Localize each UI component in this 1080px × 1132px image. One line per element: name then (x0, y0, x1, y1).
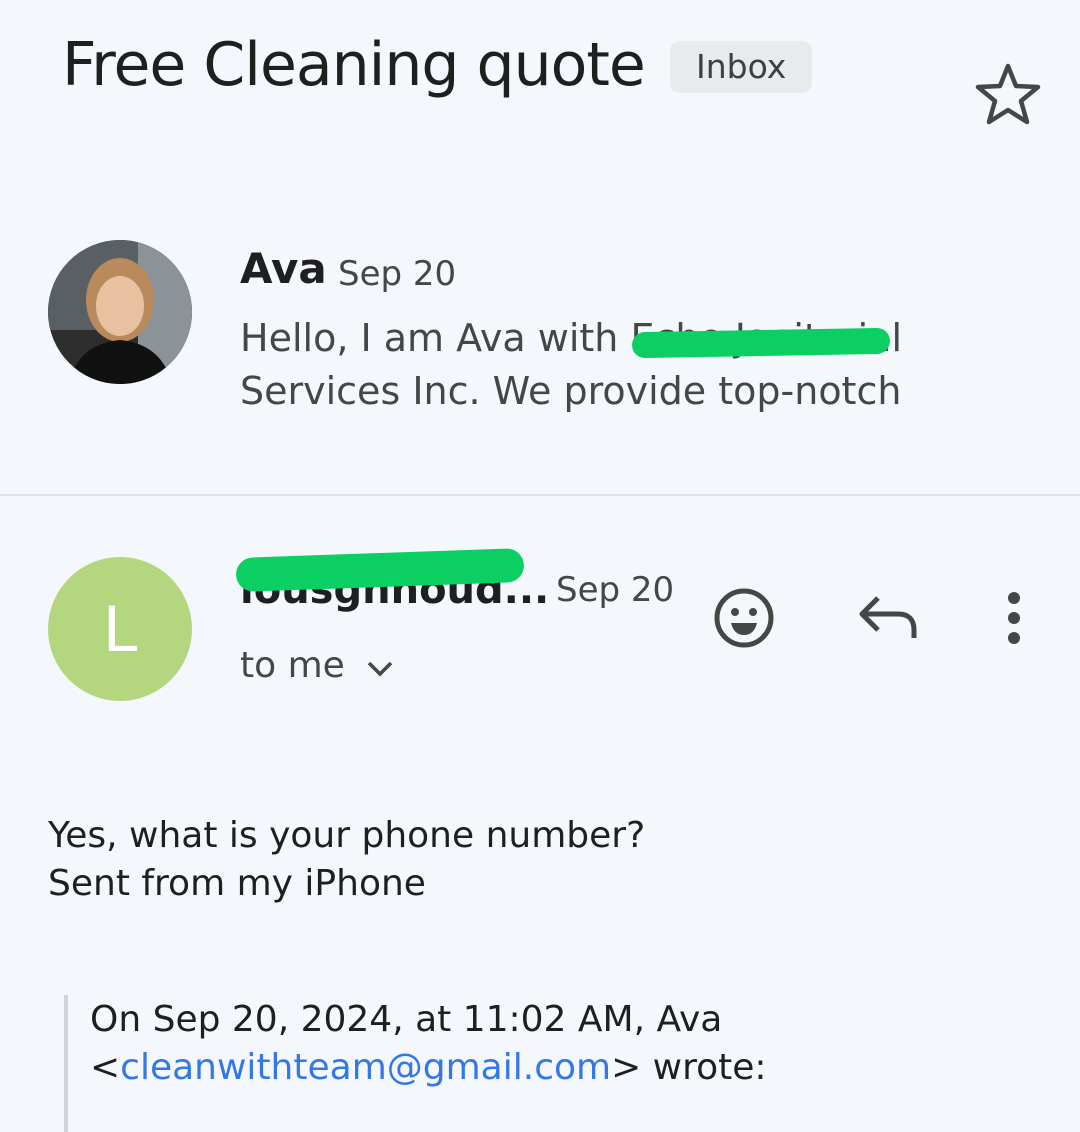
recipient-details-toggle[interactable]: to me (240, 645, 393, 686)
quoted-text: On Sep 20, 2024, at 11:02 AM, Ava <clean… (90, 996, 767, 1092)
quote-header: On Sep 20, 2024, at 11:02 AM, Ava (90, 999, 723, 1040)
avatar[interactable]: L (48, 557, 192, 701)
message-date: Sep 20 (556, 570, 675, 610)
quote-bar (64, 995, 68, 1132)
quote-email-line: <cleanwithteam@gmail.com> wrote: (90, 1047, 767, 1088)
emoji-reaction-icon[interactable] (712, 586, 776, 650)
recipient-label: to me (240, 645, 345, 686)
sender-name: Ava (240, 244, 327, 293)
signature-line: Sent from my iPhone (48, 863, 426, 904)
email-link[interactable]: cleanwithteam@gmail.com (120, 1047, 611, 1088)
redaction-mark (631, 327, 891, 359)
body-line: Yes, what is your phone number? (48, 815, 646, 856)
more-vert-icon[interactable] (990, 588, 1038, 648)
message-body: Yes, what is your phone number? Sent fro… (48, 812, 645, 908)
star-icon[interactable] (972, 58, 1044, 130)
thread-subject: Free Cleaning quote (62, 30, 646, 100)
reply-icon[interactable] (856, 590, 920, 646)
message-date: Sep 20 (338, 254, 457, 294)
chevron-down-icon (367, 645, 393, 686)
avatar[interactable] (48, 240, 192, 384)
inbox-label-chip[interactable]: Inbox (670, 41, 813, 93)
divider (0, 494, 1080, 496)
